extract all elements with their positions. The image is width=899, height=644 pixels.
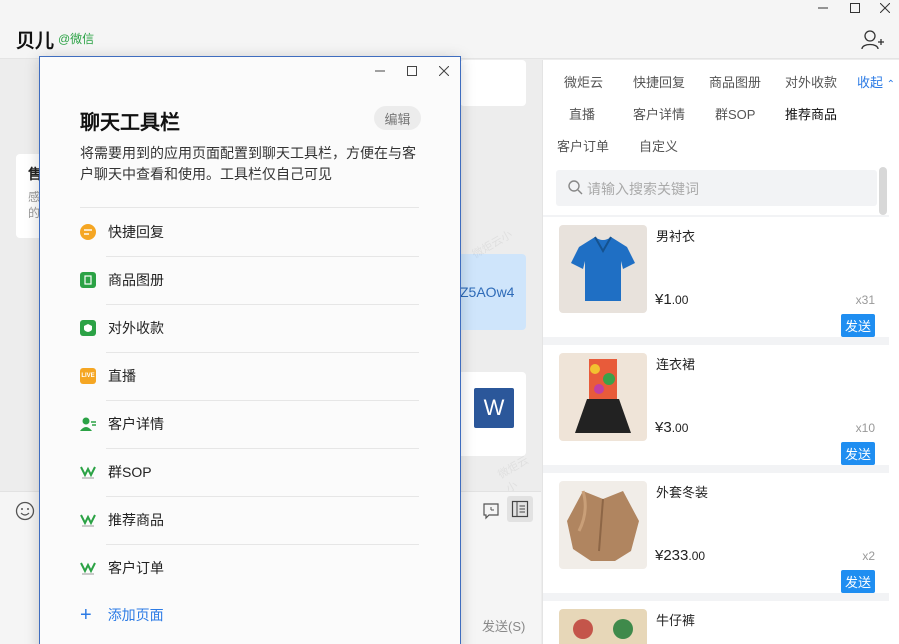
- link-message-bubble[interactable]: Z5AOw4: [456, 254, 526, 330]
- product-name: 外套冬装: [656, 485, 709, 500]
- product-stock: x2: [862, 549, 875, 563]
- product-name: 连衣裙: [656, 357, 696, 372]
- message-bubble: [460, 60, 526, 106]
- product-image[interactable]: [559, 353, 647, 441]
- weijuyun-icon: [80, 464, 96, 480]
- product-card: 外套冬装 ¥233.00 x2 发送: [543, 473, 889, 593]
- live-icon: LIVE: [80, 368, 96, 384]
- title-bar: 贝儿 @微信: [0, 0, 899, 59]
- weijuyun-icon: [80, 560, 96, 576]
- toolbar-item-label: 直播: [108, 368, 136, 384]
- plus-icon: +: [80, 604, 92, 626]
- toolbar-item-recommended-products[interactable]: 推荐商品: [80, 496, 420, 544]
- product-name: 牛仔裤: [656, 613, 696, 628]
- toolbar-item-live[interactable]: LIVE 直播: [80, 352, 420, 400]
- weijuyun-icon: [80, 512, 96, 528]
- tab-customer-detail[interactable]: 客户详情: [633, 104, 685, 123]
- tab-payment[interactable]: 对外收款: [785, 72, 837, 91]
- chat-toolbar-dialog: 聊天工具栏 编辑 将需要用到的应用页面配置到聊天工具栏，方便在与客户聊天中查看和…: [39, 56, 461, 644]
- toolbar-item-quick-reply[interactable]: 快捷回复: [80, 208, 420, 256]
- toolbar-item-label: 推荐商品: [108, 512, 164, 528]
- product-card: 牛仔裤: [543, 601, 889, 644]
- search-input[interactable]: 请输入搜索关键词: [556, 170, 877, 206]
- send-product-button[interactable]: 发送: [841, 442, 875, 465]
- search-icon: [568, 180, 583, 195]
- toolbar-item-label: 商品图册: [108, 272, 164, 288]
- send-button[interactable]: 发送(S): [482, 616, 525, 635]
- sidebar: 微炬云 快捷回复 商品图册 对外收款 收起 ⌃ 直播 客户详情 群SOP 推荐商…: [542, 60, 899, 644]
- tab-product-album[interactable]: 商品图册: [709, 72, 761, 91]
- close-icon[interactable]: [870, 0, 899, 16]
- link-text[interactable]: Z5AOw4: [460, 284, 514, 300]
- send-product-button[interactable]: 发送: [841, 570, 875, 593]
- tab-group-sop[interactable]: 群SOP: [715, 104, 755, 123]
- product-card: 连衣裙 ¥3.00 x10 发送: [543, 345, 889, 465]
- product-price: ¥1.00: [655, 291, 689, 308]
- product-album-icon: [80, 272, 96, 288]
- scrollbar[interactable]: [879, 167, 887, 215]
- toolbar-item-product-album[interactable]: 商品图册: [80, 256, 420, 304]
- product-price: ¥233.00: [655, 547, 706, 564]
- payment-icon: [80, 320, 96, 336]
- toolbar-item-group-sop[interactable]: 群SOP: [80, 448, 420, 496]
- product-list: 男衬衣 ¥1.00 x31 发送 连衣裙 ¥3.00 x10 发送 外套冬装 ¥…: [543, 215, 889, 644]
- dialog-close-icon[interactable]: [430, 61, 458, 81]
- chat-source-tag: @微信: [58, 32, 95, 46]
- toolbar-item-payment[interactable]: 对外收款: [80, 304, 420, 352]
- product-image[interactable]: [559, 609, 647, 644]
- product-name: 男衬衣: [656, 229, 696, 244]
- minimize-icon[interactable]: [808, 0, 838, 16]
- add-page-button[interactable]: + 添加页面: [80, 605, 164, 625]
- quick-reply-icon: [80, 224, 96, 240]
- toolbar-item-label: 客户订单: [108, 560, 164, 576]
- customer-detail-icon: [80, 416, 96, 432]
- tab-recommended-products[interactable]: 推荐商品: [785, 104, 837, 123]
- dialog-minimize-icon[interactable]: [366, 61, 394, 81]
- emoji-icon[interactable]: [12, 498, 38, 524]
- product-image[interactable]: [559, 481, 647, 569]
- product-price: ¥3.00: [655, 419, 689, 436]
- toolbar-item-customer-detail[interactable]: 客户详情: [80, 400, 420, 448]
- toolbar-item-customer-orders[interactable]: 客户订单: [80, 544, 420, 592]
- tab-customer-orders[interactable]: 客户订单: [557, 136, 609, 155]
- add-member-icon[interactable]: [860, 28, 884, 52]
- dialog-description: 将需要用到的应用页面配置到聊天工具栏，方便在与客户聊天中查看和使用。工具栏仅自己…: [80, 145, 416, 182]
- product-stock: x31: [855, 293, 875, 307]
- toolbar-item-label: 快捷回复: [108, 224, 164, 240]
- edit-button[interactable]: 编辑: [374, 106, 421, 130]
- product-image[interactable]: [559, 225, 647, 313]
- toolbar-item-label: 群SOP: [108, 464, 152, 480]
- toolbar-item-label: 对外收款: [108, 320, 164, 336]
- chat-name: 贝儿: [16, 31, 55, 52]
- word-file-icon: W: [474, 388, 514, 428]
- tab-live[interactable]: 直播: [569, 104, 595, 123]
- collapse-button[interactable]: 收起 ⌃: [857, 72, 895, 91]
- maximize-icon[interactable]: [840, 0, 870, 16]
- file-message-bubble[interactable]: W: [456, 372, 526, 456]
- toolbar-item-label: 客户详情: [108, 416, 164, 432]
- chat-history-icon[interactable]: [478, 498, 504, 524]
- chevron-up-icon: ⌃: [886, 79, 896, 90]
- tab-quick-reply[interactable]: 快捷回复: [633, 72, 685, 91]
- toolbar-toggle-icon[interactable]: [507, 496, 533, 522]
- add-page-label: 添加页面: [107, 607, 164, 623]
- tab-custom[interactable]: 自定义: [639, 136, 678, 155]
- dialog-title: 聊天工具栏: [80, 112, 180, 134]
- product-card: 男衬衣 ¥1.00 x31 发送: [543, 217, 889, 337]
- collapse-label: 收起: [857, 75, 884, 90]
- send-product-button[interactable]: 发送: [841, 314, 875, 337]
- dialog-maximize-icon[interactable]: [398, 61, 426, 81]
- search-placeholder: 请输入搜索关键词: [587, 181, 699, 197]
- tab-weijuyun[interactable]: 微炬云: [564, 72, 603, 91]
- product-stock: x10: [855, 421, 875, 435]
